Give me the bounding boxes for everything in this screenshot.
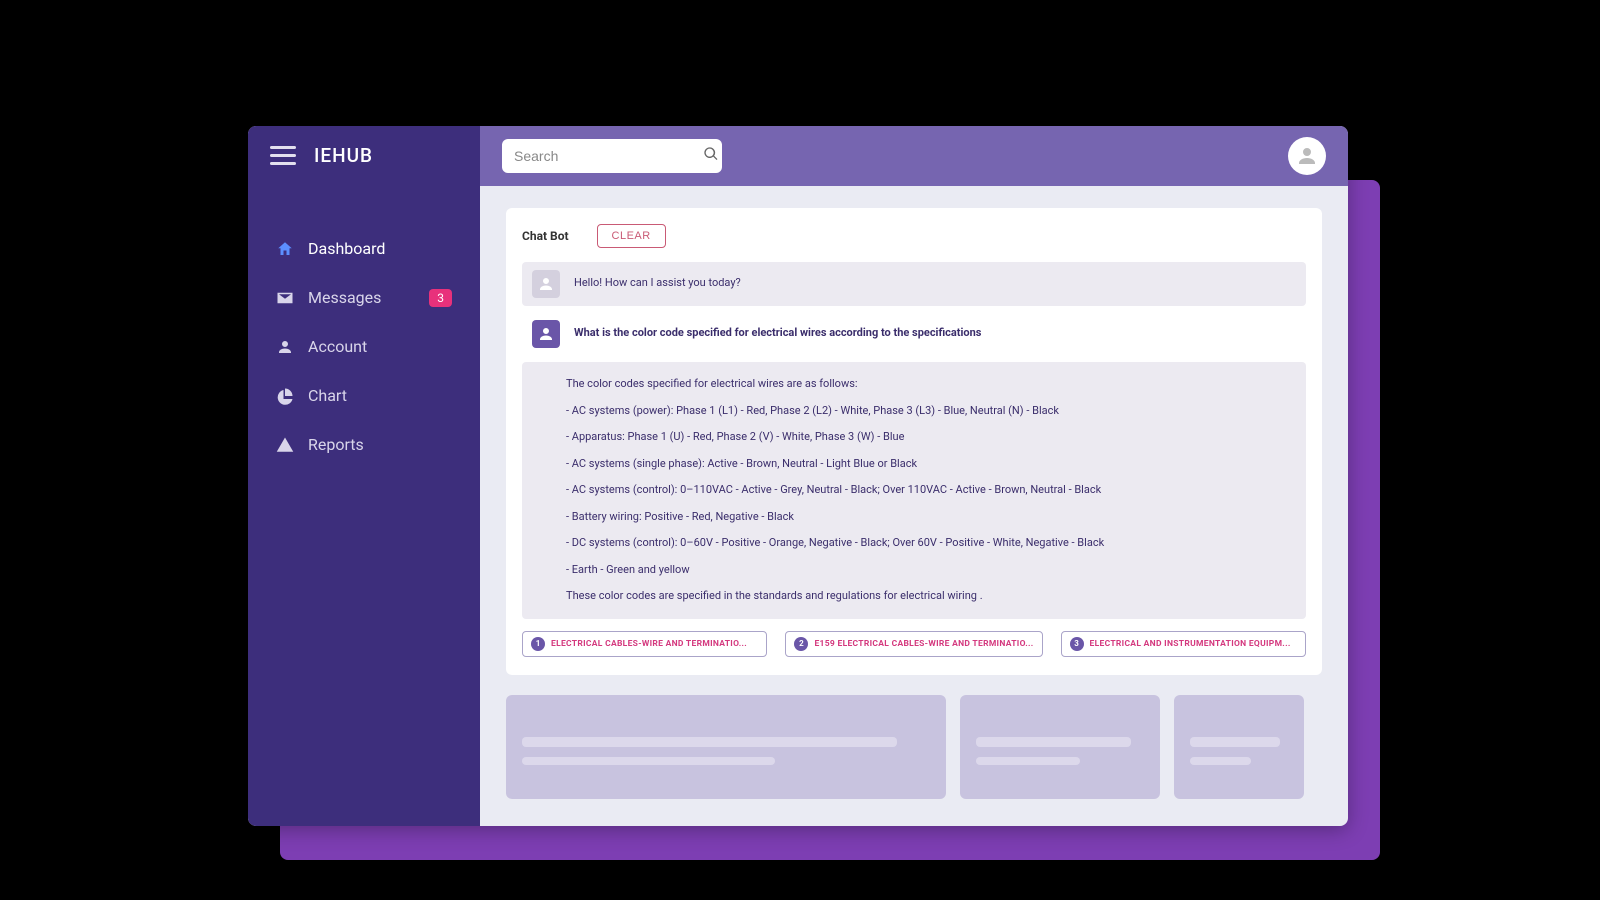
sidebar-item-label: Account: [308, 337, 367, 356]
main-area: Chat Bot CLEAR Hello! How can I assist y…: [480, 126, 1348, 826]
sidebar-item-dashboard[interactable]: Dashboard: [262, 227, 466, 270]
skeleton-line: [1190, 757, 1251, 765]
sidebar-item-label: Chart: [308, 386, 347, 405]
sidebar-item-label: Messages: [308, 288, 381, 307]
user-avatar[interactable]: [1288, 137, 1326, 175]
chip-label: ELECTRICAL AND INSTRUMENTATION EQUIPM...: [1090, 639, 1291, 649]
chat-message-user: What is the color code specified for ele…: [522, 312, 1306, 356]
search-icon: [703, 146, 719, 166]
chip-number: 3: [1070, 637, 1084, 651]
placeholder-card: [960, 695, 1160, 799]
home-icon: [276, 240, 294, 258]
chip-label: E159 ELECTRICAL CABLES-WIRE AND TERMINAT…: [814, 639, 1033, 649]
chat-message-bot: Hello! How can I assist you today?: [522, 262, 1306, 306]
topbar: [480, 126, 1348, 186]
messages-badge: 3: [429, 289, 452, 307]
sidebar-item-label: Reports: [308, 435, 364, 454]
chip-label: ELECTRICAL CABLES-WIRE AND TERMINATIO...: [551, 639, 747, 649]
answer-line: - AC systems (power): Phase 1 (L1) - Red…: [566, 403, 1262, 420]
sidebar-item-account[interactable]: Account: [262, 325, 466, 368]
reference-chip[interactable]: 2 E159 ELECTRICAL CABLES-WIRE AND TERMIN…: [785, 631, 1042, 657]
pie-chart-icon: [276, 387, 294, 405]
answer-line: - Earth - Green and yellow: [566, 562, 1262, 579]
user-icon: [276, 338, 294, 356]
placeholder-card: [1174, 695, 1304, 799]
chat-message-text: Hello! How can I assist you today?: [574, 270, 741, 289]
skeleton-line: [1190, 737, 1280, 747]
chat-title: Chat Bot: [522, 229, 569, 243]
sidebar: IEHUB Dashboard Messages 3 Account: [248, 126, 480, 826]
answer-line: - Apparatus: Phase 1 (U) - Red, Phase 2 …: [566, 429, 1262, 446]
reference-chips: 1 ELECTRICAL CABLES-WIRE AND TERMINATIO.…: [522, 631, 1306, 657]
reference-chip[interactable]: 3 ELECTRICAL AND INSTRUMENTATION EQUIPM.…: [1061, 631, 1306, 657]
sidebar-header: IEHUB: [248, 144, 480, 227]
chip-number: 2: [794, 637, 808, 651]
answer-line: - AC systems (control): 0–110VAC - Activ…: [566, 482, 1262, 499]
clear-button[interactable]: CLEAR: [597, 224, 666, 248]
chat-card: Chat Bot CLEAR Hello! How can I assist y…: [506, 208, 1322, 675]
placeholder-cards: [506, 695, 1322, 799]
sidebar-item-chart[interactable]: Chart: [262, 374, 466, 417]
brand-title: IEHUB: [314, 144, 373, 167]
chip-number: 1: [531, 637, 545, 651]
user-avatar-icon: [532, 320, 560, 348]
skeleton-line: [976, 757, 1080, 765]
answer-intro: The color codes specified for electrical…: [566, 376, 1262, 393]
search-box[interactable]: [502, 139, 722, 173]
bot-avatar-icon: [532, 270, 560, 298]
reference-chip[interactable]: 1 ELECTRICAL CABLES-WIRE AND TERMINATIO.…: [522, 631, 767, 657]
sidebar-item-label: Dashboard: [308, 239, 385, 258]
app-window: IEHUB Dashboard Messages 3 Account: [248, 126, 1348, 826]
skeleton-line: [976, 737, 1131, 747]
skeleton-line: [522, 737, 897, 747]
search-input[interactable]: [514, 148, 695, 164]
chat-message-text: What is the color code specified for ele…: [574, 320, 981, 339]
mail-icon: [276, 289, 294, 307]
hamburger-menu-icon[interactable]: [270, 146, 296, 165]
sidebar-item-messages[interactable]: Messages 3: [262, 276, 466, 319]
chat-answer: The color codes specified for electrical…: [522, 362, 1306, 619]
skeleton-line: [522, 757, 775, 765]
answer-outro: These color codes are specified in the s…: [566, 588, 1262, 605]
sidebar-nav: Dashboard Messages 3 Account Chart: [248, 227, 480, 472]
answer-line: - Battery wiring: Positive - Red, Negati…: [566, 509, 1262, 526]
sidebar-item-reports[interactable]: Reports: [262, 423, 466, 466]
alert-icon: [276, 436, 294, 454]
chat-header: Chat Bot CLEAR: [522, 224, 1306, 248]
content: Chat Bot CLEAR Hello! How can I assist y…: [480, 186, 1348, 826]
placeholder-card: [506, 695, 946, 799]
answer-line: - AC systems (single phase): Active - Br…: [566, 456, 1262, 473]
answer-line: - DC systems (control): 0–60V - Positive…: [566, 535, 1262, 552]
